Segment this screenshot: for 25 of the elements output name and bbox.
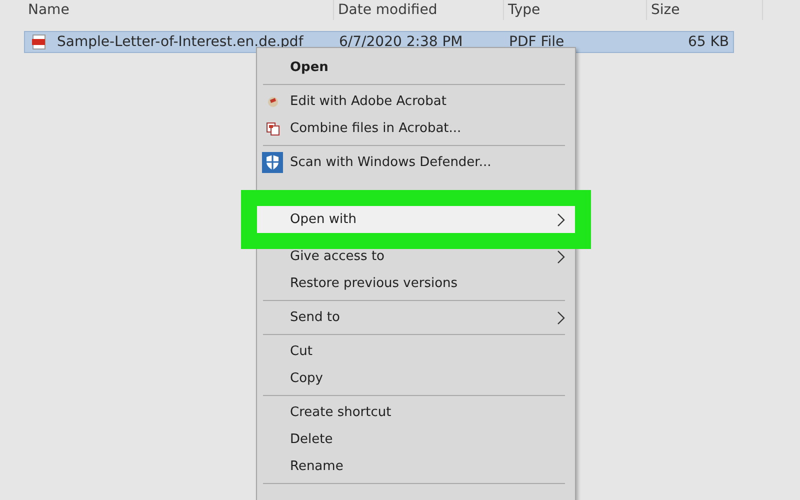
file-type: PDF File: [508, 34, 566, 50]
menu-item[interactable]: Copy: [257, 365, 575, 392]
file-date: 6/7/2020 2:38 PM: [338, 34, 464, 50]
column-header[interactable]: Name: [28, 2, 70, 18]
shield-icon: [262, 152, 283, 173]
menu-item[interactable]: Delete: [257, 426, 575, 453]
menu-item[interactable]: Open: [257, 54, 575, 81]
column-header[interactable]: Type: [508, 2, 540, 18]
column-header[interactable]: Size: [651, 2, 680, 18]
menu-item[interactable]: Rename: [257, 453, 575, 480]
file-size: 65 KB: [686, 34, 730, 50]
acrobat-icon: [266, 94, 280, 108]
menu-item[interactable]: Open with: [257, 206, 575, 233]
menu-item[interactable]: Give access to: [257, 243, 575, 270]
files-icon: [266, 122, 280, 136]
menu-item[interactable]: Send to: [257, 304, 575, 331]
menu-item[interactable]: Restore previous versions: [257, 270, 575, 297]
menu-item[interactable]: Create shortcut: [257, 399, 575, 426]
file-name: Sample-Letter-of-Interest.en.de.pdf: [56, 34, 304, 50]
pdf-icon: [31, 34, 47, 50]
menu-item[interactable]: Edit with Adobe Acrobat: [257, 88, 575, 115]
column-header[interactable]: Date modified: [338, 2, 438, 18]
menu-item[interactable]: Combine files in Acrobat...: [257, 115, 575, 142]
menu-item[interactable]: Scan with Windows Defender...: [257, 149, 575, 176]
menu-item[interactable]: Cut: [257, 338, 575, 365]
